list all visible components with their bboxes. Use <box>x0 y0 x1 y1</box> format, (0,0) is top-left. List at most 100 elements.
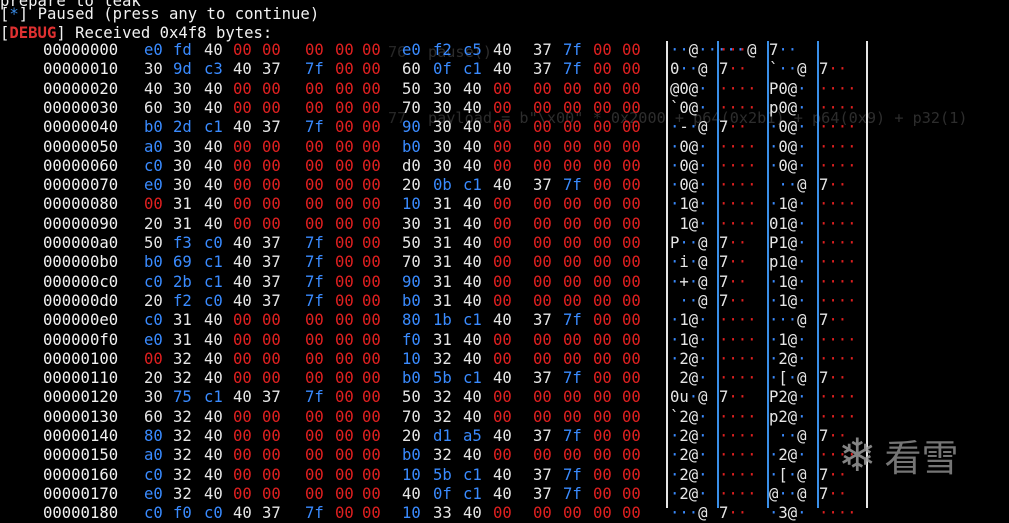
hexdump-byte: 00 <box>335 214 354 233</box>
hexdump-ascii: ···· <box>819 79 857 98</box>
hexdump-byte: 00 <box>335 504 354 523</box>
hexdump-byte: 37 <box>262 60 281 79</box>
hexdump-byte: 00 <box>305 446 324 465</box>
hexdump-byte: 00 <box>622 79 641 98</box>
hexdump-byte: 7f <box>563 41 582 59</box>
hexdump-byte: 00 <box>622 311 641 330</box>
received-text: Received 0x4f8 bytes: <box>75 24 273 42</box>
hexdump-byte: 37 <box>533 176 552 195</box>
hexdump-byte: 00 <box>563 504 582 523</box>
hexdump-byte: 90 <box>402 272 421 291</box>
hexdump-byte: 31 <box>433 272 452 291</box>
hexdump-ascii: ·2@· <box>670 465 708 484</box>
hexdump-ascii: ·-·@ <box>670 118 708 137</box>
hexdump-ascii: ···· <box>719 311 757 330</box>
hexdump-byte: 75 <box>173 388 192 407</box>
hexdump-byte: 70 <box>402 253 421 272</box>
hexdump-byte: 30 <box>173 156 192 175</box>
hexdump-byte: 7f <box>305 272 324 291</box>
hexdump-offset: 00000070 <box>43 176 119 195</box>
hexdump-byte: 0b <box>433 176 452 195</box>
hexdump-ascii: ···· <box>719 407 757 426</box>
hexdump-byte: 37 <box>262 291 281 310</box>
hexdump-byte: 32 <box>173 369 192 388</box>
hexdump-byte: 31 <box>173 311 192 330</box>
hexdump-byte: 00 <box>622 446 641 465</box>
debug-tag: DEBUG <box>9 24 57 42</box>
hexdump-ascii: ···· <box>719 137 757 156</box>
hexdump-byte: 40 <box>233 388 252 407</box>
hexdump-ascii: ···· <box>819 98 857 117</box>
hexdump-byte: 30 <box>144 60 163 79</box>
hexdump-ascii: ···@ <box>670 504 708 523</box>
hexdump-ascii: ···· <box>719 427 757 445</box>
hexdump-byte: 40 <box>463 407 482 426</box>
hexdump-ascii: ···· <box>819 388 857 407</box>
hexdump-byte: 00 <box>335 156 354 175</box>
hexdump-byte: 00 <box>262 79 281 98</box>
hexdump-byte: 32 <box>173 446 192 465</box>
ascii-separator <box>767 41 769 508</box>
hexdump-byte: 00 <box>533 349 552 368</box>
hexdump-byte: 40 <box>204 98 223 117</box>
hexdump-byte: 31 <box>433 330 452 349</box>
hexdump-byte: 40 <box>204 214 223 233</box>
hexdump-byte: 40 <box>493 465 512 484</box>
hexdump-byte: 20 <box>402 176 421 195</box>
hexdump-byte: 40 <box>233 60 252 79</box>
hexdump-byte: 00 <box>305 349 324 368</box>
hexdump-byte: 00 <box>335 311 354 330</box>
hexdump-byte: 40 <box>463 234 482 252</box>
hexdump-byte: 00 <box>622 349 641 368</box>
hexdump-byte: 37 <box>262 272 281 291</box>
hexdump-offset: 00000000 <box>43 41 119 59</box>
hexdump-byte: 00 <box>622 504 641 523</box>
hexdump-byte: 00 <box>622 137 641 156</box>
ascii-separator <box>717 41 719 508</box>
hexdump-byte: 31 <box>433 234 452 252</box>
hexdump-byte: 00 <box>335 234 354 252</box>
hexdump-byte: 9d <box>173 60 192 79</box>
hexdump-byte: 00 <box>262 330 281 349</box>
hexdump-byte: 00 <box>233 41 252 59</box>
hexdump-byte: 00 <box>362 98 381 117</box>
hexdump-ascii: ···· <box>819 504 857 523</box>
hexdump-byte: 37 <box>533 427 552 445</box>
hexdump-byte: 00 <box>233 349 252 368</box>
hexdump-byte: 00 <box>233 176 252 195</box>
hexdump-byte: 40 <box>204 407 223 426</box>
hexdump-byte: e0 <box>144 330 163 349</box>
hexdump-offset: 00000060 <box>43 156 119 175</box>
hexdump-byte: 00 <box>533 272 552 291</box>
hexdump-byte: 2d <box>173 118 192 137</box>
hexdump-byte: 00 <box>622 272 641 291</box>
hexdump-byte: 7f <box>563 484 582 503</box>
hexdump-ascii: ·0@· <box>769 118 807 137</box>
hexdump-byte: 50 <box>402 79 421 98</box>
hexdump-byte: 00 <box>233 214 252 233</box>
hexdump-byte: 40 <box>493 41 512 59</box>
hexdump-ascii: 7·· <box>719 118 748 137</box>
hexdump-byte: 50 <box>402 234 421 252</box>
hexdump-byte: 00 <box>563 388 582 407</box>
hexdump-byte: fd <box>173 41 192 59</box>
hexdump-byte: 7f <box>305 60 324 79</box>
hexdump-byte: 00 <box>533 291 552 310</box>
hexdump-byte: 31 <box>173 195 192 214</box>
hexdump-byte: 00 <box>262 311 281 330</box>
hexdump-byte: 00 <box>233 79 252 98</box>
hexdump-byte: 00 <box>362 446 381 465</box>
hexdump-ascii: ···· <box>719 214 757 233</box>
hexdump-byte: 32 <box>173 427 192 445</box>
hexdump-byte: 40 <box>463 349 482 368</box>
hexdump-byte: 37 <box>533 484 552 503</box>
hexdump-byte: a0 <box>144 137 163 156</box>
hexdump-byte: c1 <box>204 272 223 291</box>
hexdump-ascii: ·1@· <box>670 195 708 214</box>
hexdump-byte: 00 <box>305 484 324 503</box>
hexdump-ascii: ·0@· <box>670 137 708 156</box>
hexdump-ascii: ···· <box>819 156 857 175</box>
hexdump-byte: 00 <box>262 465 281 484</box>
hexdump-byte: 00 <box>362 369 381 388</box>
hexdump-byte: 00 <box>593 272 612 291</box>
